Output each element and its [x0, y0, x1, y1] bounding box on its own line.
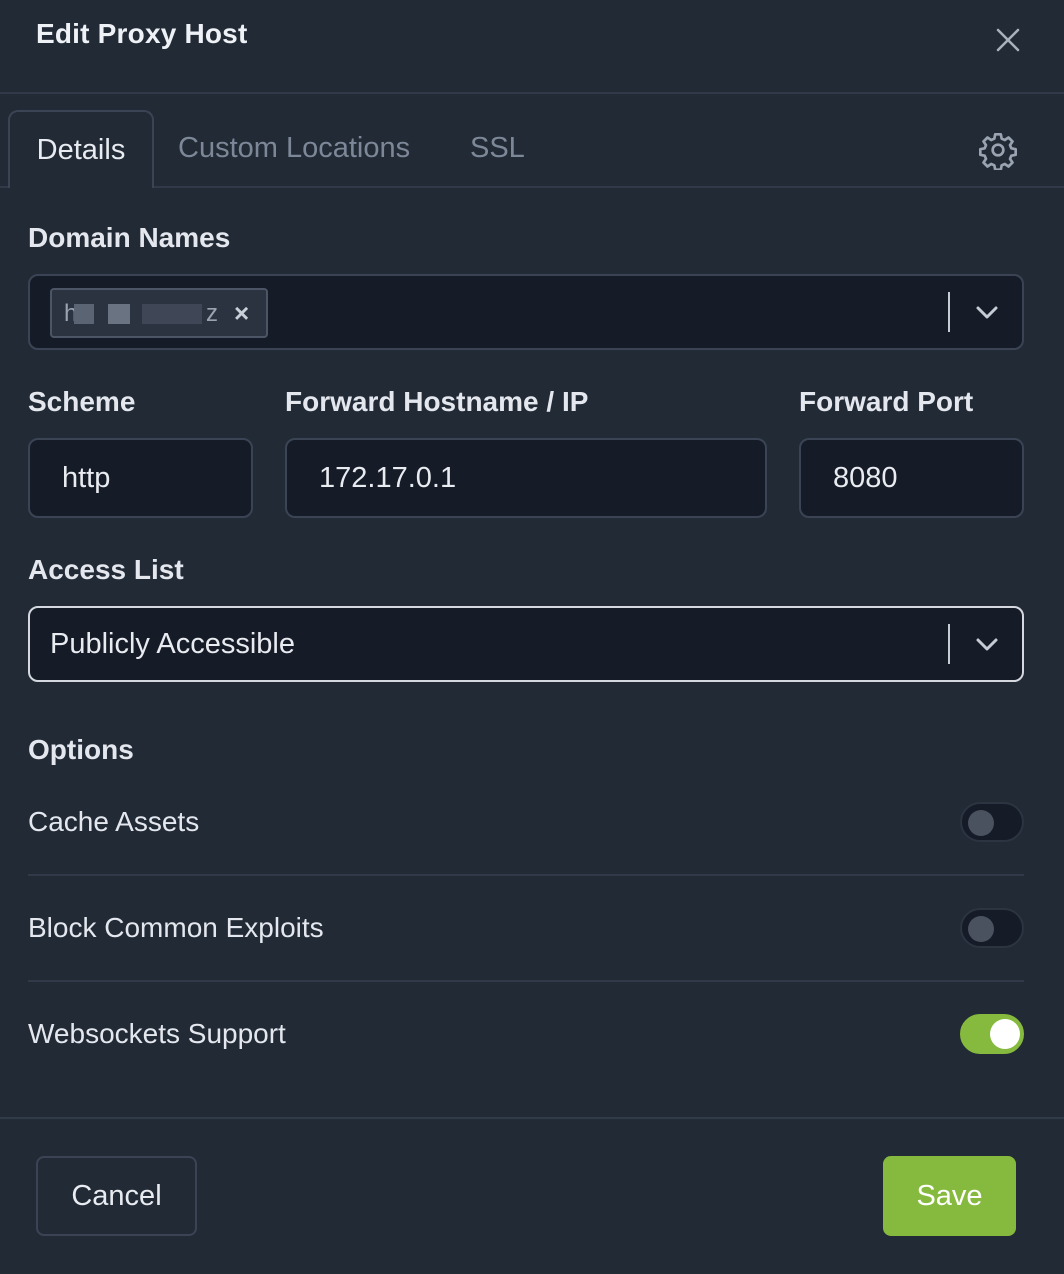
forward-hostname-input[interactable]: 172.17.0.1 [285, 438, 767, 518]
modal-title: Edit Proxy Host [36, 18, 248, 49]
chevron-down-icon[interactable] [973, 634, 1001, 654]
block-exploits-label: Block Common Exploits [28, 912, 324, 943]
domain-names-input[interactable]: h z × [28, 274, 1024, 350]
toggle-knob [990, 1019, 1020, 1049]
scheme-value: http [62, 462, 111, 494]
edit-proxy-host-modal: Edit Proxy Host Details Custom Locations… [0, 0, 1064, 1274]
save-button[interactable]: Save [883, 1156, 1016, 1236]
access-list-select[interactable]: Publicly Accessible [28, 606, 1024, 682]
option-divider [28, 980, 1024, 982]
select-separator [948, 292, 950, 332]
tab-custom-locations[interactable]: Custom Locations [178, 110, 410, 186]
redacted-text [74, 304, 94, 324]
access-list-value: Publicly Accessible [50, 628, 295, 660]
domain-chip-end: z [206, 300, 218, 327]
cache-assets-label: Cache Assets [28, 806, 200, 837]
tab-bar: Details Custom Locations SSL [0, 94, 1064, 188]
modal-header: Edit Proxy Host [0, 0, 1064, 94]
remove-chip-icon[interactable]: × [234, 298, 249, 329]
scheme-input[interactable]: http [28, 438, 253, 518]
forward-port-label: Forward Port [799, 386, 974, 417]
cache-assets-toggle[interactable] [960, 802, 1024, 842]
close-icon[interactable] [990, 22, 1026, 58]
forward-port-input[interactable]: 8080 [799, 438, 1024, 518]
domain-names-label: Domain Names [28, 222, 231, 253]
websockets-toggle[interactable] [960, 1014, 1024, 1054]
tab-ssl[interactable]: SSL [470, 110, 525, 186]
toggle-knob [968, 810, 994, 836]
forward-port-value: 8080 [833, 462, 898, 494]
redacted-text [108, 304, 130, 324]
chevron-down-icon[interactable] [973, 302, 1001, 322]
footer-divider [0, 1117, 1064, 1119]
block-exploits-toggle[interactable] [960, 908, 1024, 948]
options-heading: Options [28, 734, 134, 765]
websockets-label: Websockets Support [28, 1018, 286, 1049]
domain-chip: h z × [50, 288, 268, 338]
option-divider [28, 874, 1024, 876]
scheme-label: Scheme [28, 386, 136, 417]
access-list-label: Access List [28, 554, 184, 585]
forward-hostname-value: 172.17.0.1 [319, 462, 457, 494]
redacted-text [142, 304, 202, 324]
forward-hostname-label: Forward Hostname / IP [285, 386, 589, 417]
tab-details[interactable]: Details [8, 110, 154, 188]
gear-icon[interactable] [978, 130, 1018, 170]
cancel-button[interactable]: Cancel [36, 1156, 197, 1236]
toggle-knob [968, 916, 994, 942]
select-separator [948, 624, 950, 664]
